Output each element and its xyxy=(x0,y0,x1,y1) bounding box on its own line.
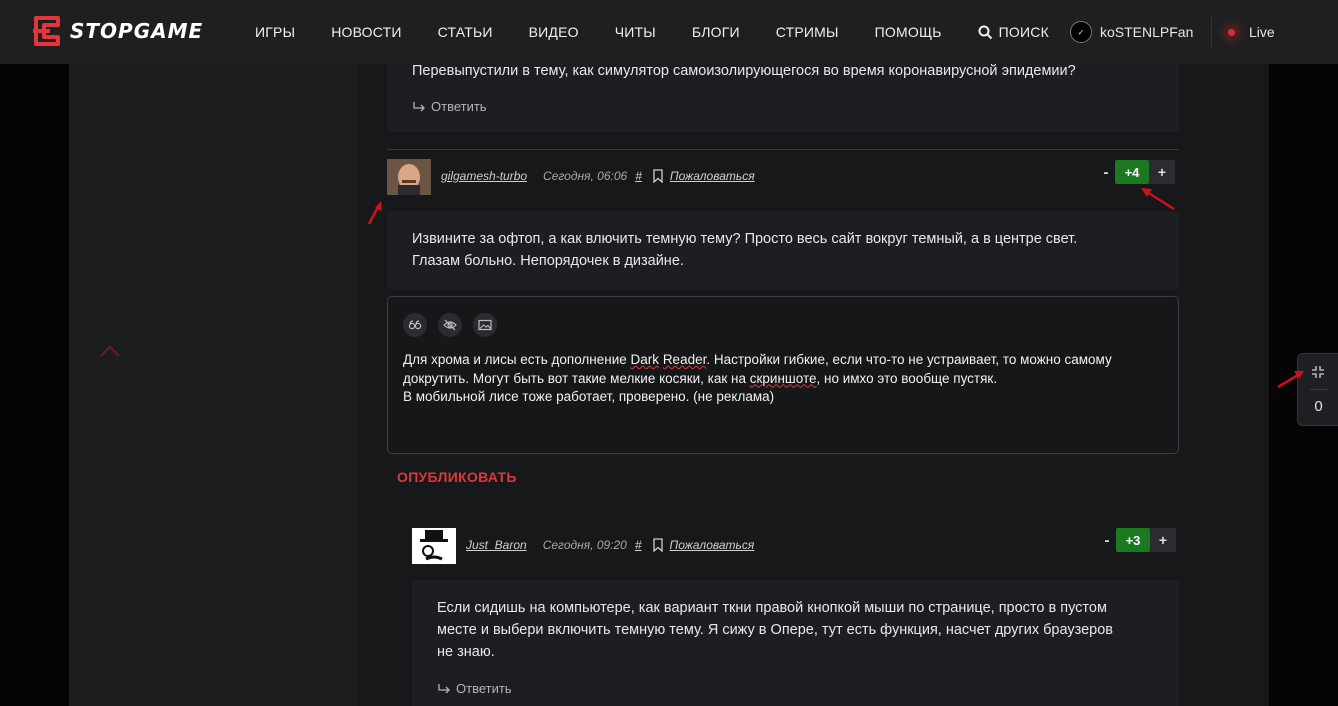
comment-text: Если сидишь на компьютере, как вариант т… xyxy=(437,597,1113,663)
quote-icon xyxy=(408,320,422,330)
comment-line: Извините за офтоп, а как влючить темную … xyxy=(412,231,1078,247)
comment-rating: - +3 + xyxy=(1098,528,1176,552)
reply-icon xyxy=(438,683,450,693)
editor-line: В мобильной лисе тоже работает, проверен… xyxy=(403,389,775,404)
reply-label: Ответить xyxy=(456,681,512,696)
site-logo[interactable]: STOPGAME xyxy=(30,15,203,47)
permalink[interactable]: # xyxy=(635,169,642,183)
nav-help[interactable]: ПОМОЩЬ xyxy=(875,24,942,40)
comment-body: Извините за офтоп, а как влючить темную … xyxy=(387,211,1179,289)
report-link[interactable]: Пожаловаться xyxy=(670,169,755,183)
nav-news[interactable]: НОВОСТИ xyxy=(331,24,401,40)
comment-meta: Just_Baron Сегодня, 09:20 # Пожаловаться xyxy=(466,538,754,552)
avatar[interactable] xyxy=(387,159,431,195)
publish-button[interactable]: ОПУБЛИКОВАТЬ xyxy=(397,469,517,485)
reply-editor[interactable]: Для хрома и лисы есть дополнение Dark Re… xyxy=(387,296,1179,454)
editor-line: докрутить. Могут быть вот такие мелкие к… xyxy=(403,370,998,386)
nav-streams[interactable]: СТРИМЫ xyxy=(776,24,839,40)
main-nav: ИГРЫ НОВОСТИ СТАТЬИ ВИДЕО ЧИТЫ БЛОГИ СТР… xyxy=(255,0,1085,64)
report-link[interactable]: Пожаловаться xyxy=(670,538,755,552)
permalink[interactable]: # xyxy=(635,538,642,552)
nav-blogs[interactable]: БЛОГИ xyxy=(692,24,740,40)
comment-line: месте и выбери включить темную тему. Я с… xyxy=(437,622,1114,638)
comment-body: Если сидишь на компьютере, как вариант т… xyxy=(412,580,1179,706)
reply-icon xyxy=(413,101,425,111)
widget-divider xyxy=(1310,389,1328,390)
annotation-arrow-icon xyxy=(1277,371,1304,389)
comment-line: не знаю. xyxy=(437,644,495,660)
top-navigation-bar: STOPGAME ИГРЫ НОВОСТИ СТАТЬИ ВИДЕО ЧИТЫ … xyxy=(0,0,1338,64)
comment-meta: gilgamesh-turbo Сегодня, 06:06 # Пожалов… xyxy=(441,169,755,183)
comment-line: Если сидишь на компьютере, как вариант т… xyxy=(437,600,1107,616)
reply-button[interactable]: Ответить xyxy=(412,99,487,114)
image-button[interactable] xyxy=(473,313,497,337)
left-sidebar xyxy=(69,0,357,706)
previous-comment: Перевыпустили в тему, как симулятор само… xyxy=(387,54,1179,132)
avatar[interactable] xyxy=(412,528,456,564)
annotation-arrow-icon xyxy=(367,201,382,225)
logo-text: STOPGAME xyxy=(70,19,204,43)
editor-content[interactable]: Для хрома и лисы есть дополнение Dark Re… xyxy=(403,351,1163,407)
reply-label: Ответить xyxy=(431,99,487,114)
eye-off-icon xyxy=(443,319,457,331)
search-icon xyxy=(978,25,992,39)
widget-count: 0 xyxy=(1314,398,1323,415)
comment-text: Извините за офтоп, а как влючить темную … xyxy=(412,228,1077,272)
rating-score: +4 xyxy=(1115,160,1149,184)
live-label: Live xyxy=(1249,24,1275,40)
author-link[interactable]: gilgamesh-turbo xyxy=(441,169,527,183)
logo-icon xyxy=(33,16,60,46)
spoiler-button[interactable] xyxy=(438,313,462,337)
comment-time: Сегодня, 06:06 xyxy=(543,169,628,183)
image-icon xyxy=(478,319,492,331)
search-label: ПОИСК xyxy=(998,24,1049,40)
user-menu[interactable]: ✓ koSTENLPFan xyxy=(1070,0,1193,64)
rating-score: +3 xyxy=(1116,528,1150,552)
vote-down-button[interactable]: - xyxy=(1098,532,1116,549)
collapse-icon[interactable] xyxy=(1311,365,1325,379)
reply-button[interactable]: Ответить xyxy=(437,681,512,696)
bookmark-icon[interactable] xyxy=(652,538,664,552)
vote-up-button[interactable]: + xyxy=(1149,160,1175,184)
user-avatar: ✓ xyxy=(1070,21,1092,43)
comment-rating: - +4 + xyxy=(1097,160,1175,184)
editor-line: Для хрома и лисы есть дополнение Dark Re… xyxy=(403,352,1112,367)
annotation-arrow-icon xyxy=(1141,188,1175,211)
author-link[interactable]: Just_Baron xyxy=(466,538,527,552)
bookmark-icon[interactable] xyxy=(652,169,664,183)
vote-up-button[interactable]: + xyxy=(1150,528,1176,552)
quote-button[interactable] xyxy=(403,313,427,337)
header-divider xyxy=(1211,16,1212,48)
comment-line: Глазам больно. Непорядочек в дизайне. xyxy=(412,253,684,269)
comment-time: Сегодня, 09:20 xyxy=(542,538,627,552)
live-indicator-icon xyxy=(1228,28,1235,36)
nav-cheats[interactable]: ЧИТЫ xyxy=(615,24,656,40)
nav-video[interactable]: ВИДЕО xyxy=(529,24,579,40)
scroll-up-icon[interactable] xyxy=(99,344,121,363)
search-button[interactable]: ПОИСК xyxy=(978,24,1049,40)
nav-articles[interactable]: СТАТЬИ xyxy=(438,24,493,40)
nav-games[interactable]: ИГРЫ xyxy=(255,24,295,40)
username: koSTENLPFan xyxy=(1100,24,1194,40)
vote-down-button[interactable]: - xyxy=(1097,164,1115,181)
comment-separator xyxy=(387,149,1179,150)
live-button[interactable]: Live xyxy=(1228,0,1275,64)
